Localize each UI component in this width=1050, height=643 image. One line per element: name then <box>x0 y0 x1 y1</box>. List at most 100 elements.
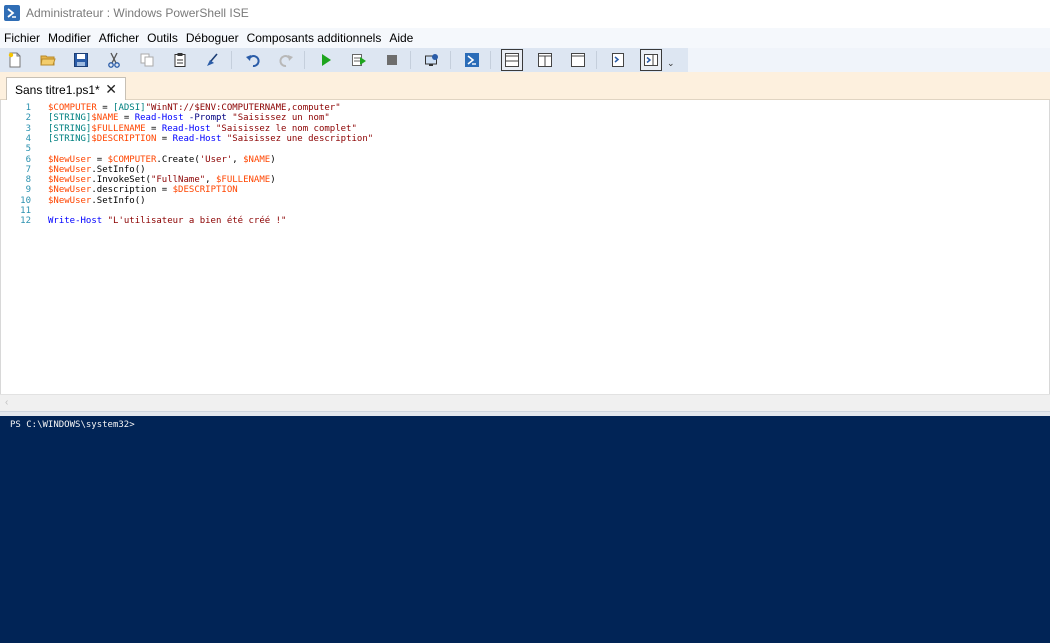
code-text: [STRING]$FULLENAME = Read-Host "Saisisse… <box>48 124 357 134</box>
code-token: "Saisissez le nom complet" <box>216 123 357 134</box>
code-line[interactable]: 5 <box>1 144 1041 154</box>
title-bar: Administrateur : Windows PowerShell ISE <box>0 0 1050 26</box>
code-token: $NAME <box>243 154 271 165</box>
line-number: 10 <box>20 195 31 206</box>
code-token: = <box>156 133 173 144</box>
code-token: [STRING] <box>48 123 92 134</box>
code-token: ) <box>270 175 276 186</box>
undo-icon <box>246 55 260 67</box>
code-token: ) <box>270 154 276 165</box>
floppy-disk-icon <box>74 53 88 67</box>
copy-button[interactable] <box>136 49 158 71</box>
open-button[interactable] <box>37 49 59 71</box>
code-text: Write-Host "L'utilisateur a bien été cré… <box>48 216 286 226</box>
menu-outils[interactable]: Outils <box>143 28 182 48</box>
code-text: $NewUser = $COMPUTER.Create('User', $NAM… <box>48 155 276 165</box>
code-token: = <box>118 113 135 124</box>
start-powershell-button[interactable] <box>461 49 483 71</box>
toolbar-separator <box>304 51 305 69</box>
redo-icon <box>279 55 293 67</box>
stop-button[interactable] <box>381 49 403 71</box>
show-script-maximized-button[interactable] <box>567 49 589 71</box>
tab-sans-titre1[interactable]: Sans titre1.ps1* ✕ <box>6 77 126 101</box>
script-tab-strip: Sans titre1.ps1* ✕ <box>0 72 1050 101</box>
code-token: $NewUser <box>48 164 92 175</box>
code-token: $NewUser <box>48 175 92 186</box>
redo-button[interactable] <box>275 49 297 71</box>
show-script-right-button[interactable] <box>534 49 556 71</box>
code-text: [STRING]$NAME = Read-Host -Prompt "Saisi… <box>48 113 330 123</box>
show-script-top-button[interactable] <box>501 49 523 71</box>
show-command-window-button[interactable] <box>607 49 629 71</box>
new-remote-tab-button[interactable] <box>421 49 443 71</box>
code-line[interactable]: 11 <box>1 206 1041 216</box>
toolbar-overflow-icon[interactable]: ⌄ <box>667 58 675 69</box>
run-selection-icon <box>352 54 366 66</box>
menu-afficher[interactable]: Afficher <box>95 28 143 48</box>
code-line[interactable]: 10 $NewUser.SetInfo() <box>1 196 1041 206</box>
console-pane[interactable]: PS C:\WINDOWS\system32> <box>0 416 1050 643</box>
copy-icon <box>140 53 154 67</box>
undo-button[interactable] <box>242 49 264 71</box>
command-window-icon <box>612 53 624 67</box>
code-token: $FULLENAME <box>91 123 146 134</box>
menu-deboguer[interactable]: Déboguer <box>182 28 243 48</box>
code-line[interactable]: 4 [STRING]$DESCRIPTION = Read-Host "Saisi… <box>1 134 1041 144</box>
line-number: 3 <box>25 123 31 134</box>
cut-button[interactable] <box>103 49 125 71</box>
code-text: $NewUser.InvokeSet("FullName", $FULLENAM… <box>48 175 276 185</box>
paste-button[interactable] <box>169 49 191 71</box>
new-script-button[interactable] <box>4 49 26 71</box>
menu-fichier[interactable]: Fichier <box>0 28 44 48</box>
menu-bar: Fichier Modifier Afficher Outils Débogue… <box>0 28 1050 48</box>
code-line[interactable]: 12 Write-Host "L'utilisateur a bien été c… <box>1 216 1041 226</box>
run-script-button[interactable] <box>315 49 337 71</box>
scroll-left-icon[interactable]: ‹ <box>5 397 8 408</box>
code-token: Read-Host <box>134 113 184 124</box>
stop-icon <box>387 55 397 65</box>
code-line[interactable]: 9 $NewUser.description = $DESCRIPTION <box>1 185 1041 195</box>
code-token: $NAME <box>91 113 119 124</box>
clear-console-button[interactable] <box>202 49 224 71</box>
toolbar-separator <box>410 51 411 69</box>
toolbar-separator <box>231 51 232 69</box>
layout-right-icon <box>538 53 552 67</box>
code-text: $NewUser.SetInfo() <box>48 165 146 175</box>
code-line[interactable]: 6 $NewUser = $COMPUTER.Create('User', $NA… <box>1 155 1041 165</box>
window-title: Administrateur : Windows PowerShell ISE <box>26 6 249 20</box>
code-token: = <box>96 103 114 113</box>
code-token: Read-Host <box>172 133 222 144</box>
code-line[interactable]: 8 $NewUser.InvokeSet("FullName", $FULLENA… <box>1 175 1041 185</box>
play-icon <box>322 54 331 66</box>
code-text: $COMPUTER = [ADSI]"WinNT://$ENV:COMPUTER… <box>48 103 341 113</box>
menu-composants-additionnels[interactable]: Composants additionnels <box>243 28 386 48</box>
code-line[interactable]: 2 [STRING]$NAME = Read-Host -Prompt "Sais… <box>1 113 1041 123</box>
code-text: $NewUser.SetInfo() <box>48 196 146 206</box>
line-number: 1 <box>25 103 31 113</box>
line-number: 7 <box>25 164 31 175</box>
code-token: .SetInfo() <box>91 164 146 175</box>
code-line[interactable]: 3 [STRING]$FULLENAME = Read-Host "Saisiss… <box>1 124 1041 134</box>
close-tab-icon[interactable]: ✕ <box>105 82 117 96</box>
code-token: $NewUser <box>48 185 92 196</box>
editor-horizontal-scrollbar[interactable]: ‹ <box>0 394 1050 411</box>
run-selection-button[interactable] <box>348 49 370 71</box>
code-token: [STRING] <box>48 133 92 144</box>
menu-modifier[interactable]: Modifier <box>44 28 95 48</box>
code-token: = <box>145 123 162 134</box>
script-editor[interactable]: 1 $COMPUTER = [ADSI]"WinNT://$ENV:COMPUTE… <box>0 100 1050 394</box>
folder-icon <box>40 55 56 66</box>
toolbar-separator <box>450 51 451 69</box>
code-token: .InvokeSet( <box>91 175 151 186</box>
code-line[interactable]: 7 $NewUser.SetInfo() <box>1 165 1041 175</box>
command-addon-icon <box>644 54 658 66</box>
scissors-icon <box>108 52 120 68</box>
show-command-addon-button[interactable] <box>640 49 662 71</box>
toolbar-separator <box>596 51 597 69</box>
menu-aide[interactable]: Aide <box>385 28 417 48</box>
code-line[interactable]: 1 $COMPUTER = [ADSI]"WinNT://$ENV:COMPUTE… <box>1 103 1041 113</box>
save-button[interactable] <box>70 49 92 71</box>
code-text: $NewUser.description = $DESCRIPTION <box>48 185 238 195</box>
toolbar-separator <box>490 51 491 69</box>
console-prompt: PS C:\WINDOWS\system32> <box>10 420 135 430</box>
